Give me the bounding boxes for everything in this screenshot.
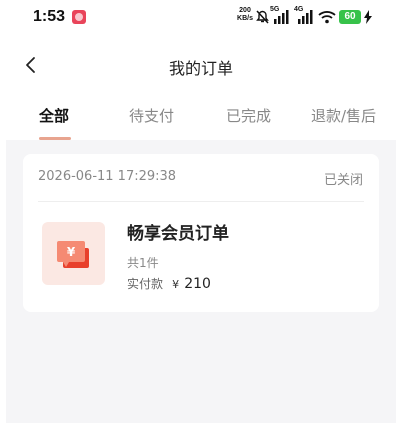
card-divider: [38, 201, 364, 202]
tab-refund-aftersale[interactable]: 退款/售后: [311, 105, 376, 126]
paid-currency: ¥: [172, 278, 180, 291]
page-title: 我的订单: [168, 59, 233, 78]
tab-all[interactable]: 全部: [39, 105, 69, 126]
order-quantity: 共1件: [127, 256, 159, 270]
charging-icon: [364, 10, 372, 24]
paid-amount: 210: [184, 276, 211, 292]
order-card[interactable]: 2026-06-11 17:29:38 已关闭 ¥ 畅享会员订单 共1件 实付款…: [23, 154, 379, 312]
svg-text:¥: ¥: [67, 245, 76, 259]
mute-icon: [256, 10, 269, 24]
product-thumbnail: ¥: [42, 222, 105, 285]
money-bills-icon: ¥: [57, 241, 89, 268]
paid-amount-row: 实付款 ¥ 210: [127, 273, 211, 292]
product-name: 畅享会员订单: [127, 224, 229, 244]
status-time: 1:53: [33, 8, 66, 25]
net-speed-value: 200: [239, 7, 251, 14]
tab-pending-payment[interactable]: 待支付: [129, 105, 174, 126]
order-tabs: 全部 待支付 已完成 退款/售后: [0, 100, 402, 142]
paid-label: 实付款: [127, 277, 164, 291]
tab-completed[interactable]: 已完成: [226, 105, 271, 126]
battery-icon: 60: [339, 10, 361, 24]
wifi-icon: [318, 11, 336, 24]
app-badge-icon: [72, 10, 86, 24]
net-speed: 200 KB/s: [234, 7, 256, 23]
net-speed-unit: KB/s: [237, 15, 253, 22]
order-time: 2026-06-11 17:29:38: [38, 169, 177, 184]
status-bar: 1:53 200 KB/s 5G 4G 60: [0, 0, 402, 36]
order-status: 已关闭: [323, 173, 363, 188]
